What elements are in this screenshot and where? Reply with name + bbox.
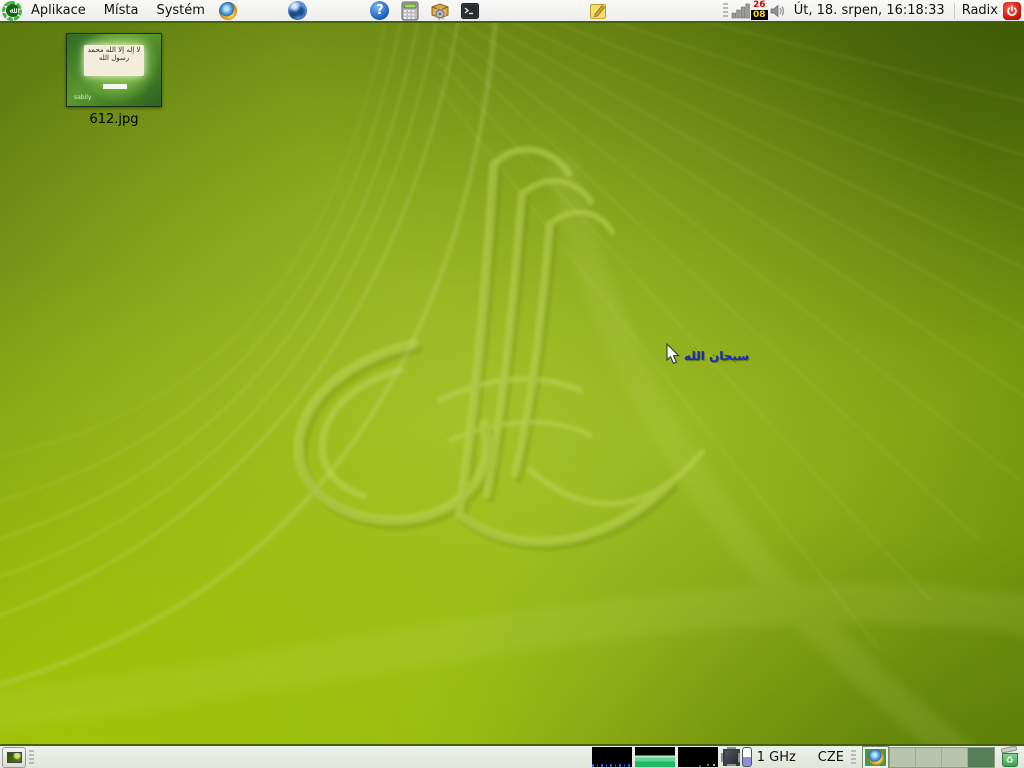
- cpu-chip-icon: [723, 749, 740, 766]
- mouse-cursor: [666, 343, 681, 365]
- firefox-launcher[interactable]: [218, 1, 238, 21]
- workspace-1[interactable]: [890, 748, 916, 767]
- cpu-frequency-label: 1 GHz: [757, 750, 796, 765]
- trash-applet[interactable]: ♻: [999, 747, 1020, 767]
- window-list-grip[interactable]: [29, 750, 34, 765]
- distro-logo-icon: ﷲ: [2, 1, 22, 21]
- clock-applet[interactable]: Út, 18. srpen, 16:18:33: [788, 3, 951, 18]
- web-browser-launcher[interactable]: [288, 1, 308, 21]
- user-switcher[interactable]: Radix: [958, 3, 1002, 18]
- applet-grip[interactable]: [723, 3, 728, 18]
- package-manager-launcher[interactable]: [430, 1, 450, 21]
- cpu-load-graph[interactable]: [592, 747, 632, 767]
- speaker-icon: [769, 2, 787, 20]
- show-desktop-button[interactable]: [2, 747, 26, 768]
- cpu-frequency-applet[interactable]: 1 GHz: [723, 747, 796, 767]
- terminal-icon: [460, 1, 480, 21]
- workspace-3[interactable]: [942, 748, 968, 767]
- signal-bars-icon: [731, 2, 751, 20]
- package-box-gear-icon: [430, 1, 450, 21]
- top-panel: ﷲ Aplikace Místa Systém ?: [0, 0, 1024, 23]
- frequency-gauge-icon: [742, 747, 752, 767]
- sensor-value-bottom: 08: [751, 11, 768, 20]
- switcher-grip[interactable]: [851, 750, 856, 765]
- firefox-icon: [868, 749, 884, 765]
- file-thumbnail: لا إله إلا الله محمد رسول الله sabily: [66, 33, 162, 107]
- desktop-root: ﷲ Aplikace Místa Systém ?: [0, 0, 1024, 768]
- sensors-applet[interactable]: 26 08: [751, 1, 768, 20]
- file-name-label: 612.jpg: [62, 112, 166, 127]
- network-graph[interactable]: [678, 747, 718, 767]
- calculator-launcher[interactable]: [400, 1, 420, 21]
- help-launcher[interactable]: ?: [370, 1, 390, 21]
- bottom-panel: 1 GHz CZE ♻: [0, 744, 1024, 768]
- help-icon: ?: [370, 1, 389, 20]
- calculator-icon: [400, 1, 420, 21]
- menu-system[interactable]: Systém: [147, 0, 213, 21]
- thumbnail-brand-text: sabily: [74, 94, 92, 101]
- panel-separator: [954, 3, 955, 19]
- workspace-2[interactable]: [916, 748, 942, 767]
- keyboard-layout-indicator[interactable]: CZE: [818, 750, 844, 765]
- thumbnail-bar: [103, 84, 127, 89]
- firefox-icon: [219, 2, 237, 20]
- globe-icon: [288, 1, 307, 20]
- workspace-4-active[interactable]: [968, 748, 994, 767]
- show-desktop-icon: [7, 752, 22, 763]
- distro-menu-button[interactable]: ﷲ: [2, 1, 22, 21]
- network-monitor-applet[interactable]: [731, 1, 751, 21]
- memory-graph[interactable]: [635, 747, 675, 767]
- dhikr-overlay-text: سبحان الله: [684, 349, 749, 363]
- menu-applications[interactable]: Aplikace: [22, 0, 95, 21]
- terminal-launcher[interactable]: [460, 1, 480, 21]
- power-icon: [1003, 2, 1021, 20]
- menu-places[interactable]: Místa: [95, 0, 148, 21]
- notes-icon: [588, 1, 608, 21]
- thumbnail-calligraphy: لا إله إلا الله محمد رسول الله: [84, 45, 144, 76]
- desktop-file-612jpg[interactable]: لا إله إلا الله محمد رسول الله sabily 61…: [62, 33, 166, 127]
- volume-applet[interactable]: [768, 1, 788, 21]
- notes-launcher[interactable]: [588, 1, 608, 21]
- trash-icon: ♻: [1002, 753, 1018, 767]
- firefox-window-button[interactable]: [863, 747, 888, 768]
- workspace-switcher: [889, 747, 995, 768]
- shutdown-button[interactable]: [1002, 1, 1022, 21]
